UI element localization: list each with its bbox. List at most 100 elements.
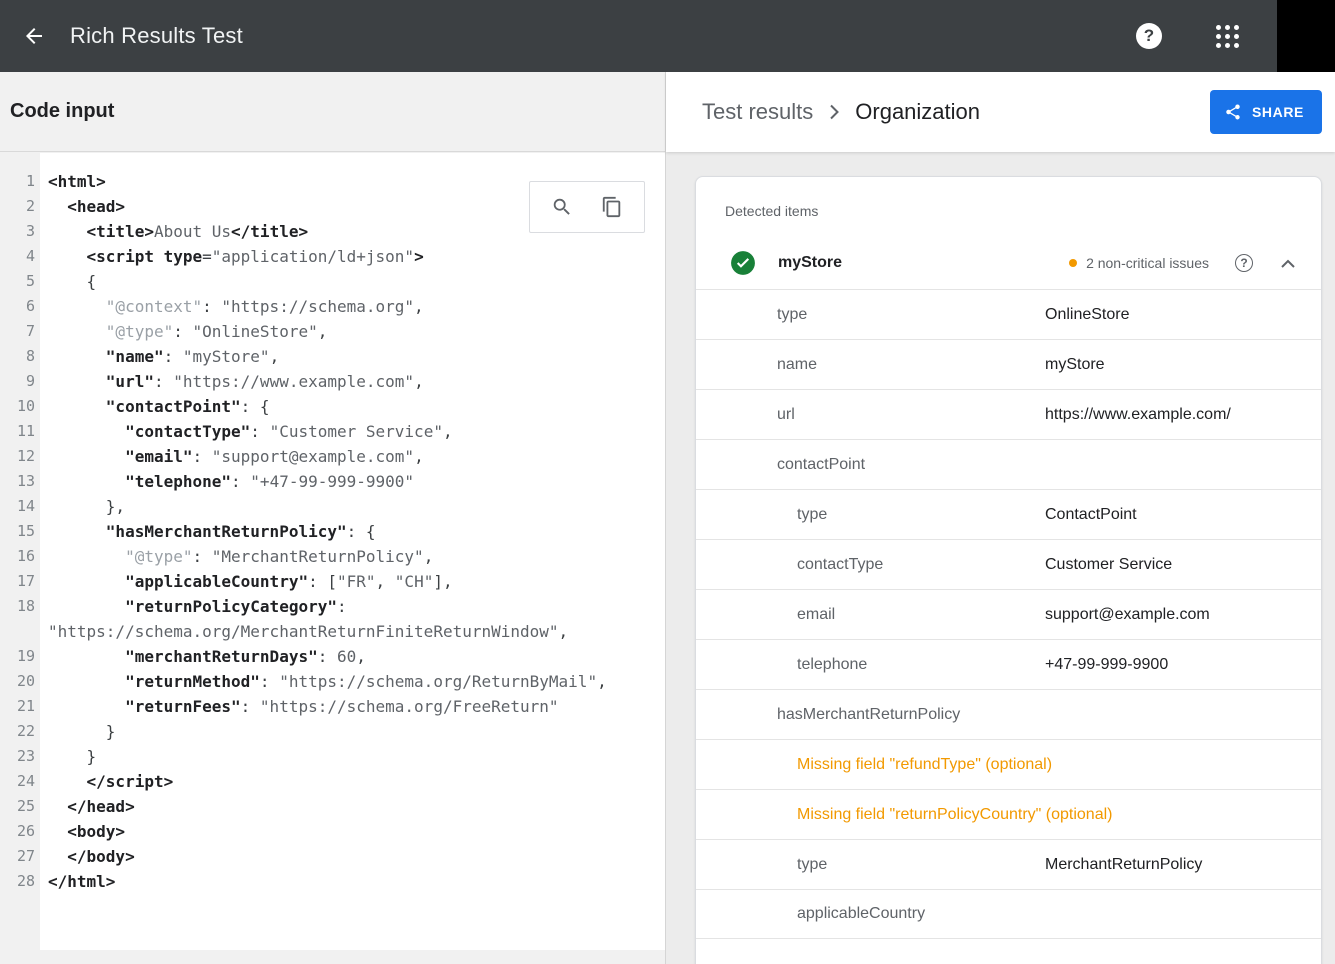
code-line: 14 }, xyxy=(0,494,665,519)
code-panel: Code input 1<html>2 <head>3 <title>About… xyxy=(0,72,665,964)
help-button[interactable]: ? xyxy=(1129,16,1169,56)
code-line: 21 "returnFees": "https://schema.org/Fre… xyxy=(0,694,665,719)
field-value: ContactPoint xyxy=(1045,506,1137,524)
code-line: 13 "telephone": "+47-99-999-9900" xyxy=(0,469,665,494)
copy-button[interactable] xyxy=(594,189,630,225)
line-number: 6 xyxy=(0,294,40,319)
line-number: 8 xyxy=(0,344,40,369)
breadcrumb-test-results[interactable]: Test results xyxy=(702,99,813,125)
line-number: 1 xyxy=(0,169,40,194)
field-value: https://www.example.com/ xyxy=(1045,406,1231,424)
line-number: 12 xyxy=(0,444,40,469)
code-line: 6 "@context": "https://schema.org", xyxy=(0,294,665,319)
line-number: 3 xyxy=(0,219,40,244)
line-number: 16 xyxy=(0,544,40,569)
results-panel: Test results Organization SHARE Detected… xyxy=(665,72,1335,964)
line-number: 28 xyxy=(0,869,40,894)
field-value: MerchantReturnPolicy xyxy=(1045,856,1202,874)
result-field-row: type OnlineStore xyxy=(696,289,1321,339)
line-number: 17 xyxy=(0,569,40,594)
detected-item-header[interactable]: myStore 2 non-critical issues ? xyxy=(696,237,1321,289)
issues-summary: 2 non-critical issues xyxy=(1069,255,1209,271)
code-line: 8 "name": "myStore", xyxy=(0,344,665,369)
line-number: 11 xyxy=(0,419,40,444)
issues-count-label: 2 non-critical issues xyxy=(1086,255,1209,271)
search-icon xyxy=(551,196,573,218)
result-field-row: type MerchantReturnPolicy xyxy=(696,839,1321,889)
field-value: OnlineStore xyxy=(1045,306,1130,324)
field-label: type xyxy=(777,306,807,324)
result-field-row: telephone +47-99-999-9900 xyxy=(696,639,1321,689)
line-number: 24 xyxy=(0,769,40,794)
field-label: contactType xyxy=(797,556,883,574)
field-label: type xyxy=(797,856,827,874)
warning-label: Missing field "refundType" (optional) xyxy=(797,756,1052,774)
field-value: Customer Service xyxy=(1045,556,1172,574)
code-line: 12 "email": "support@example.com", xyxy=(0,444,665,469)
code-line: 10 "contactPoint": { xyxy=(0,394,665,419)
code-line: 4 <script type="application/ld+json"> xyxy=(0,244,665,269)
field-label: name xyxy=(777,356,817,374)
account-placeholder[interactable] xyxy=(1277,0,1335,72)
search-button[interactable] xyxy=(544,189,580,225)
code-line: 7 "@type": "OnlineStore", xyxy=(0,319,665,344)
apps-grid-icon xyxy=(1216,25,1239,48)
result-field-row: typeContactPoint xyxy=(696,489,1321,539)
apps-button[interactable] xyxy=(1207,16,1247,56)
code-line: 16 "@type": "MerchantReturnPolicy", xyxy=(0,544,665,569)
field-label: telephone xyxy=(797,656,867,674)
warning-dot-icon xyxy=(1069,259,1077,267)
line-number: 18 xyxy=(0,594,40,619)
result-group-row: contactPoint xyxy=(696,439,1321,489)
code-line: 24 </script> xyxy=(0,769,665,794)
line-number: 25 xyxy=(0,794,40,819)
field-label: email xyxy=(797,606,835,624)
field-value: support@example.com xyxy=(1045,606,1210,624)
issues-help-icon[interactable]: ? xyxy=(1235,254,1253,272)
code-editor[interactable]: 1<html>2 <head>3 <title>About Us</title>… xyxy=(0,153,665,950)
line-number: 4 xyxy=(0,244,40,269)
code-line: 27 </body> xyxy=(0,844,665,869)
code-line: 26 <body> xyxy=(0,819,665,844)
result-field-row: namemyStore xyxy=(696,339,1321,389)
result-field-row: contactType Customer Service xyxy=(696,539,1321,589)
results-header: Test results Organization SHARE xyxy=(666,72,1335,152)
field-label: url xyxy=(777,406,795,424)
back-icon xyxy=(22,24,46,48)
line-number: 2 xyxy=(0,194,40,219)
field-label: hasMerchantReturnPolicy xyxy=(777,706,960,724)
line-number: 21 xyxy=(0,694,40,719)
share-button-label: SHARE xyxy=(1252,104,1304,120)
code-line: 19 "merchantReturnDays": 60, xyxy=(0,644,665,669)
chevron-right-icon xyxy=(829,104,839,120)
code-line: 15 "hasMerchantReturnPolicy": { xyxy=(0,519,665,544)
field-label: contactPoint xyxy=(777,456,865,474)
result-warning-row: Missing field "returnPolicyCountry" (opt… xyxy=(696,789,1321,839)
chevron-up-icon[interactable] xyxy=(1281,259,1295,268)
share-icon xyxy=(1224,103,1242,121)
line-number: 22 xyxy=(0,719,40,744)
code-line: 23 } xyxy=(0,744,665,769)
code-line: 22 } xyxy=(0,719,665,744)
line-number: 19 xyxy=(0,644,40,669)
line-number: 26 xyxy=(0,819,40,844)
detected-items-label: Detected items xyxy=(696,177,1321,219)
help-icon: ? xyxy=(1136,23,1162,49)
app-title: Rich Results Test xyxy=(70,23,243,49)
result-field-row: email support@example.com xyxy=(696,589,1321,639)
share-button[interactable]: SHARE xyxy=(1210,90,1322,134)
detected-item-rows: type OnlineStore namemyStore url https://www… xyxy=(696,289,1321,939)
copy-icon xyxy=(601,196,623,218)
field-label: applicableCountry xyxy=(797,905,925,923)
code-line: 17 "applicableCountry": ["FR", "CH"], xyxy=(0,569,665,594)
line-number: 23 xyxy=(0,744,40,769)
line-number: 15 xyxy=(0,519,40,544)
result-group-row: applicableCountry xyxy=(696,889,1321,939)
detected-items-card: Detected items myStore 2 non-critical is… xyxy=(695,176,1322,964)
line-number xyxy=(0,619,40,644)
code-line: 11 "contactType": "Customer Service", xyxy=(0,419,665,444)
field-value: +47-99-999-9900 xyxy=(1045,656,1168,674)
topbar: Rich Results Test ? xyxy=(0,0,1335,72)
breadcrumb-organization: Organization xyxy=(855,99,980,125)
back-button[interactable] xyxy=(14,16,54,56)
